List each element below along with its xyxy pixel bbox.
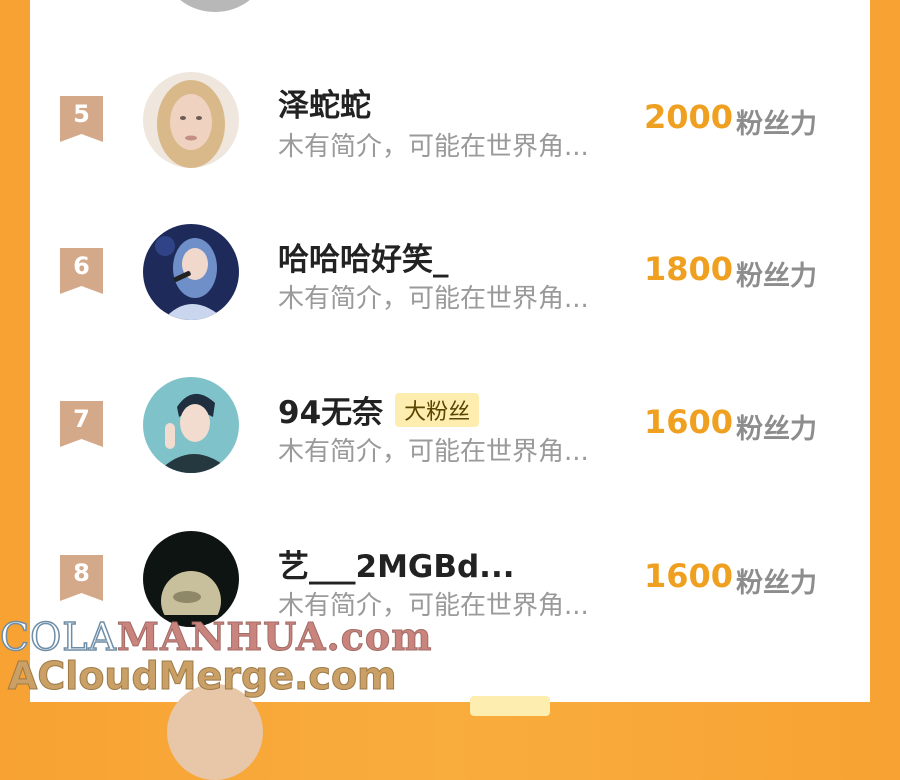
leaderboard-row-6[interactable]: 6 哈哈哈好笑_ 木有简介，可能在世界角... 1800 粉丝力	[30, 224, 870, 344]
avatar[interactable]	[143, 531, 239, 627]
fan-power-score: 1800	[644, 250, 734, 288]
watermark-suffix: MANHUA.com	[116, 614, 433, 660]
rank-number: 7	[73, 405, 90, 433]
fan-power-label: 粉丝力	[736, 568, 817, 599]
user-name[interactable]: 94无奈 大粉丝	[278, 387, 480, 432]
user-name-text: 哈哈哈好笑_	[278, 242, 449, 278]
user-description: 木有简介，可能在世界角...	[278, 437, 589, 467]
rank-badge: 7	[60, 401, 103, 447]
previous-row-avatar[interactable]	[167, 0, 263, 12]
big-fan-badge: 大粉丝	[395, 393, 480, 427]
watermark-line-2: ACloudMerge.com	[8, 654, 398, 699]
user-name[interactable]: 哈哈哈好笑_	[278, 234, 449, 279]
rank-badge: 6	[60, 248, 103, 294]
fan-power-label: 粉丝力	[736, 261, 817, 292]
user-name-text: 94无奈	[278, 395, 384, 431]
fan-power-score: 1600	[644, 403, 734, 441]
avatar[interactable]	[143, 224, 239, 320]
user-name-text: 艺___2MGBd...	[278, 549, 515, 585]
leaderboard-row-7[interactable]: 7 94无奈 大粉丝 木有简介，可能在世界角... 1600 粉丝力	[30, 377, 870, 497]
fan-power-score: 2000	[644, 98, 734, 136]
watermark-line-1: COLAMANHUA.com	[0, 614, 433, 660]
next-row-tag	[470, 696, 550, 716]
next-row-avatar[interactable]	[167, 684, 263, 780]
fan-power-label: 粉丝力	[736, 414, 817, 445]
rank-badge: 8	[60, 555, 103, 601]
avatar[interactable]	[143, 72, 239, 168]
user-description: 木有简介，可能在世界角...	[278, 132, 589, 162]
avatar[interactable]	[143, 377, 239, 473]
user-name-text: 泽蛇蛇	[278, 88, 371, 124]
user-description: 木有简介，可能在世界角...	[278, 284, 589, 314]
leaderboard-card: 5 泽蛇蛇 木有简介，可能在世界角... 2000 粉丝力 6 哈哈哈好笑_ 木…	[30, 0, 870, 780]
rank-number: 6	[73, 252, 90, 280]
user-name[interactable]: 艺___2MGBd...	[278, 541, 515, 586]
fan-power-score: 1600	[644, 557, 734, 595]
rank-number: 8	[73, 559, 90, 587]
watermark-prefix: COLA	[0, 614, 117, 660]
leaderboard-row-5[interactable]: 5 泽蛇蛇 木有简介，可能在世界角... 2000 粉丝力	[30, 72, 870, 192]
user-name[interactable]: 泽蛇蛇	[278, 80, 371, 125]
fan-power-label: 粉丝力	[736, 109, 817, 140]
rank-badge: 5	[60, 96, 103, 142]
rank-number: 5	[73, 100, 90, 128]
